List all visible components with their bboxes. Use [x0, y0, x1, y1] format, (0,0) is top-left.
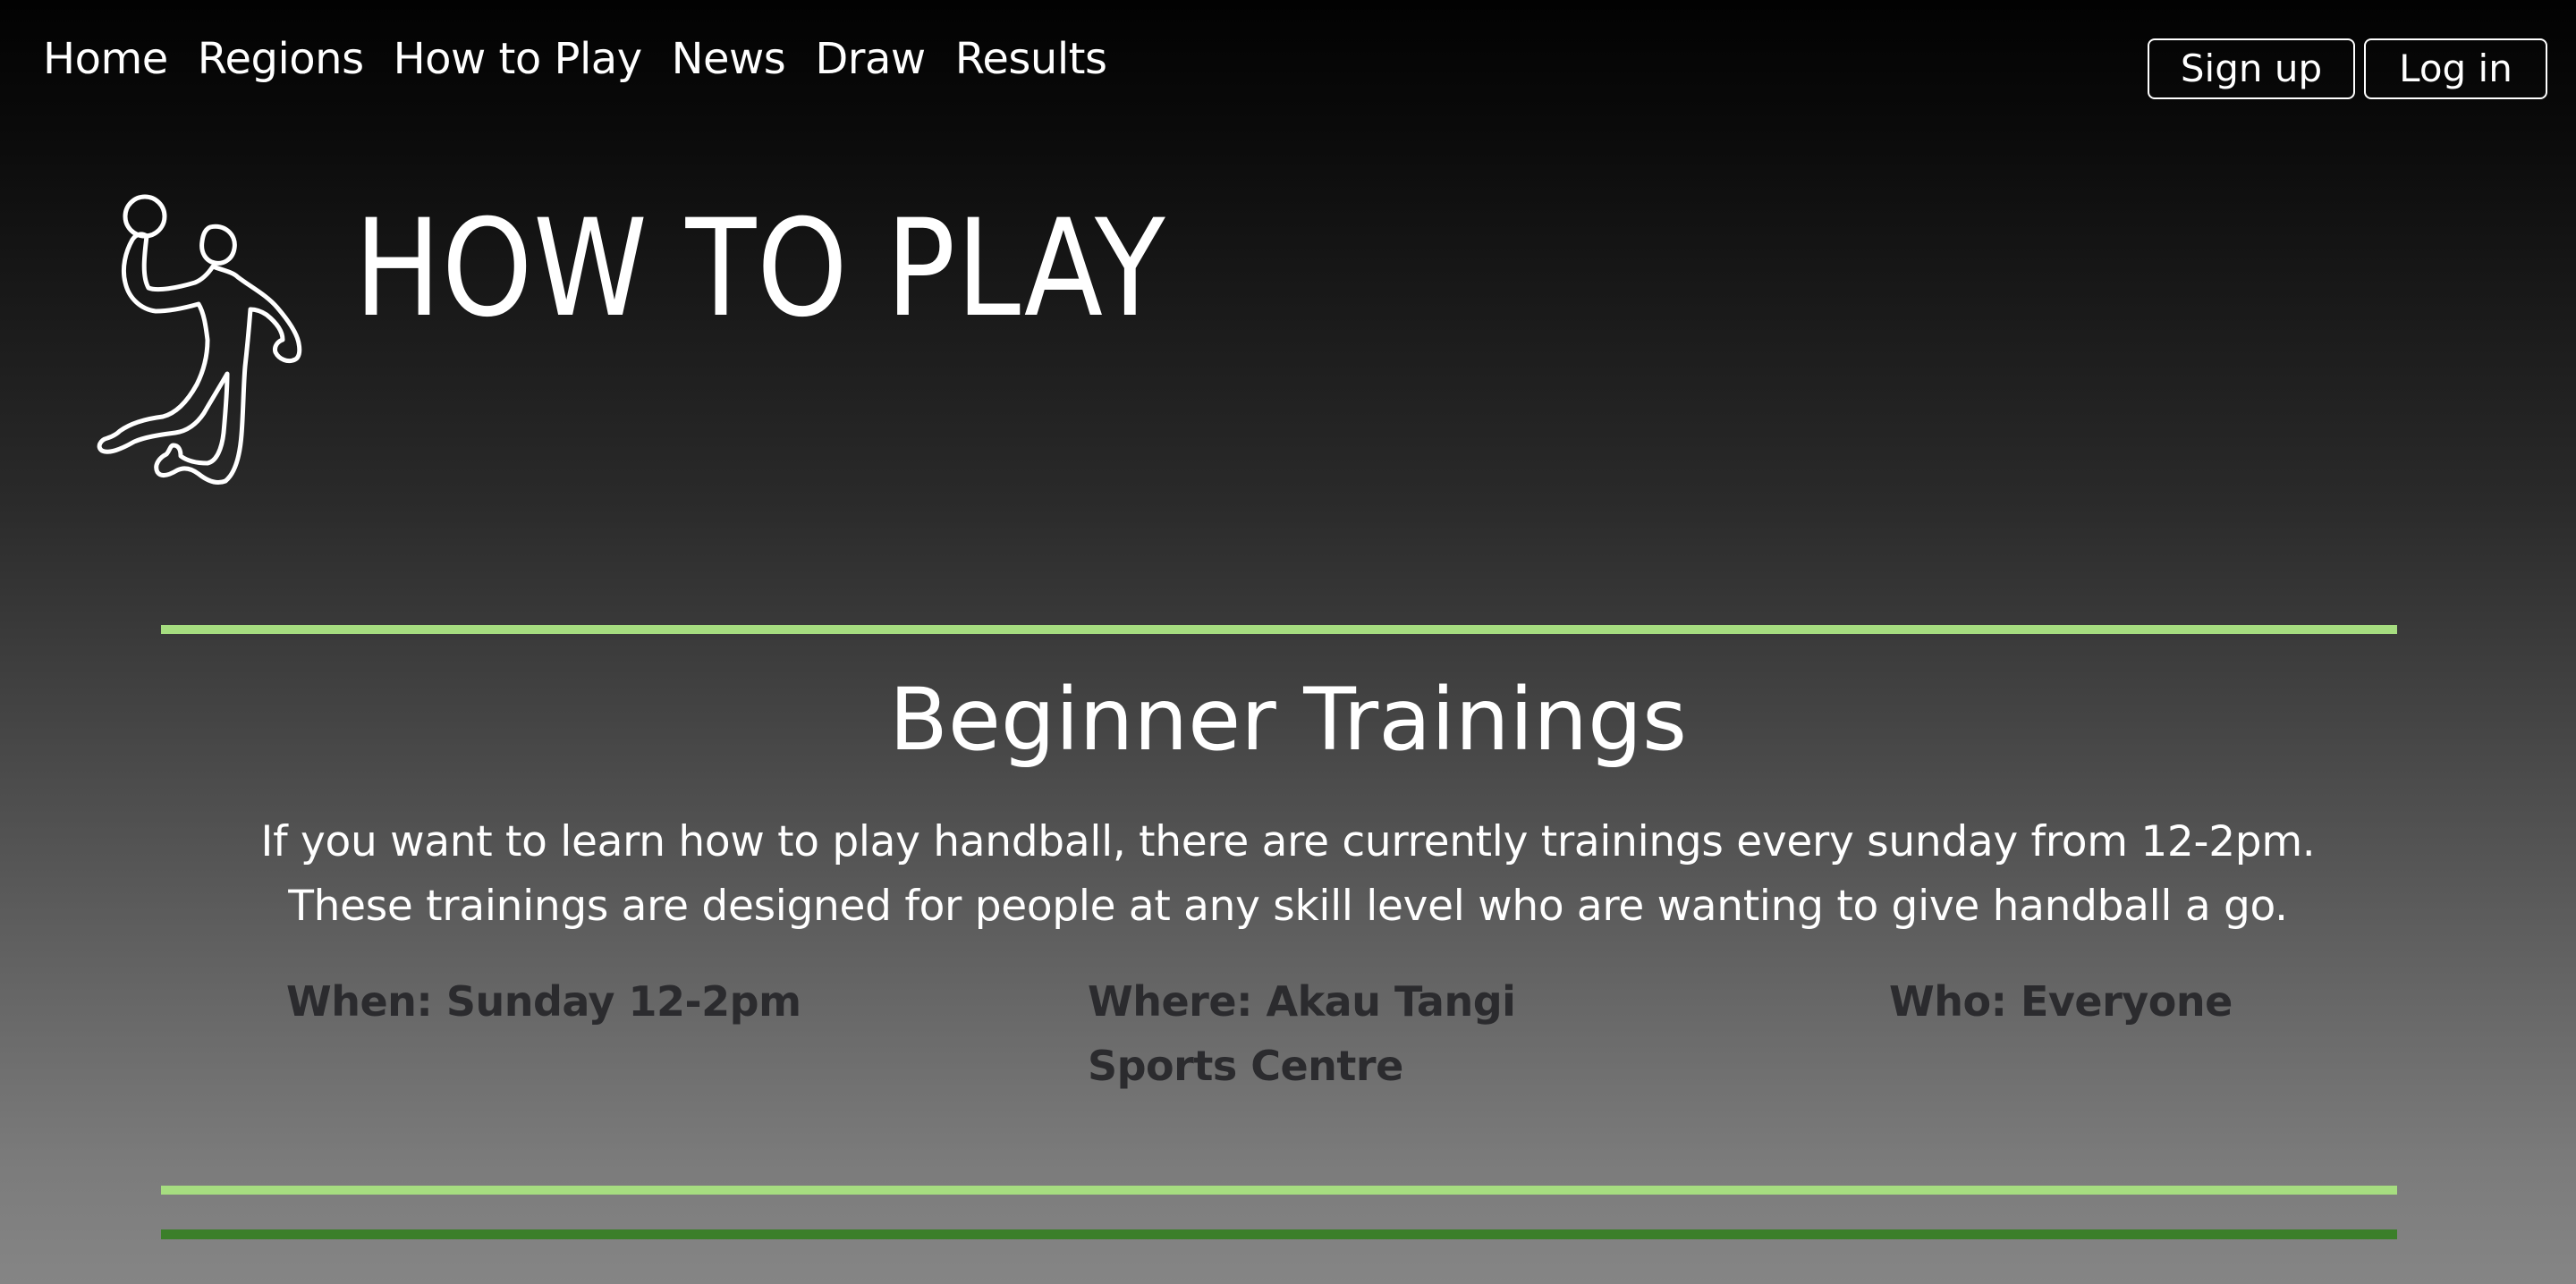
main-nav: Home Regions How to Play News Draw Resul… — [43, 30, 1107, 88]
nav-results-link[interactable]: Results — [955, 30, 1107, 88]
page-title: HOW TO PLAY — [354, 191, 1166, 347]
handball-player-icon — [97, 194, 302, 486]
log-in-button[interactable]: Log in — [2364, 38, 2547, 99]
section-dark-divider — [161, 1229, 2397, 1239]
training-who: Who: Everyone — [1889, 977, 2233, 1026]
section-description: If you want to learn how to play handbal… — [260, 817, 2316, 931]
auth-buttons: Sign up Log in — [2148, 38, 2547, 99]
nav-how-to-play-link[interactable]: How to Play — [394, 30, 643, 88]
nav-regions-link[interactable]: Regions — [198, 30, 364, 88]
training-when: When: Sunday 12-2pm — [286, 977, 801, 1026]
nav-draw-link[interactable]: Draw — [815, 30, 926, 88]
training-where: Where: Akau Tangi Sports Centre — [1088, 977, 1516, 1090]
sign-up-button[interactable]: Sign up — [2148, 38, 2355, 99]
section-bottom-divider — [161, 1186, 2397, 1195]
nav-home-link[interactable]: Home — [43, 30, 168, 88]
section-title: Beginner Trainings — [888, 670, 1688, 770]
nav-news-link[interactable]: News — [672, 30, 786, 88]
section-top-divider — [161, 625, 2397, 634]
